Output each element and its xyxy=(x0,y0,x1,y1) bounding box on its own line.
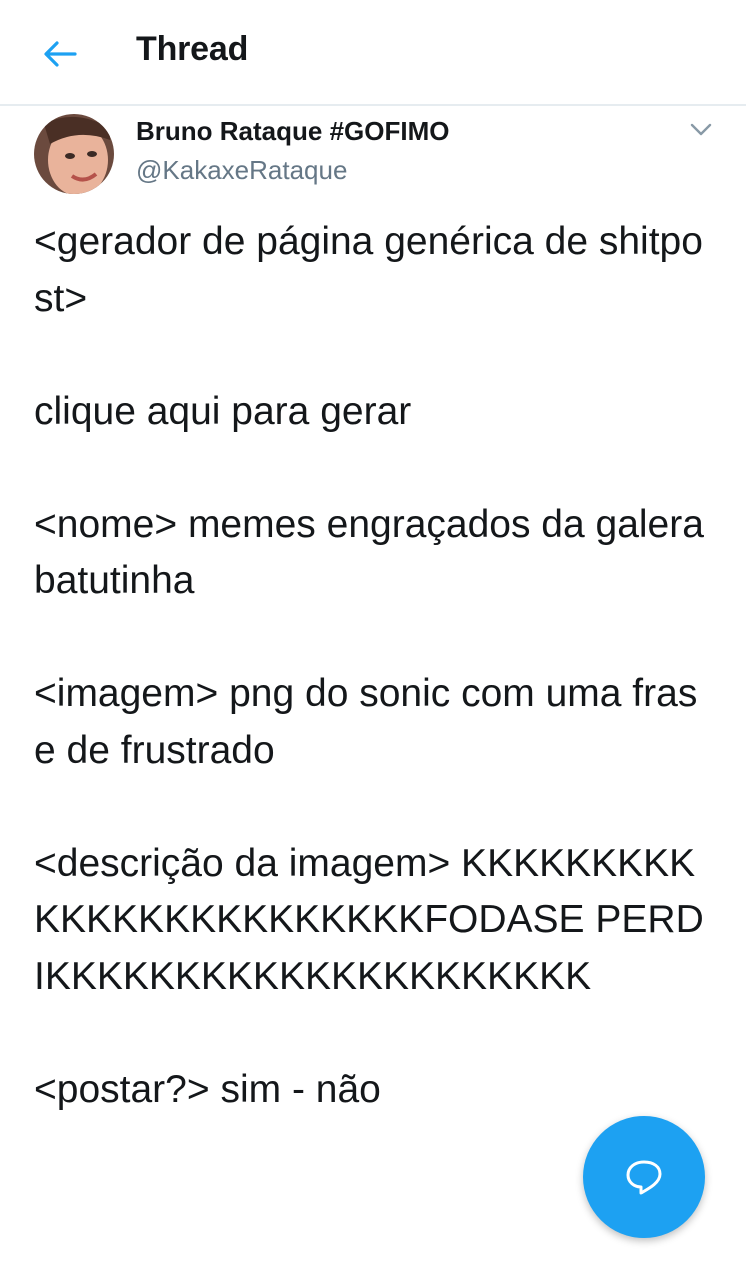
tweet-menu-button[interactable] xyxy=(684,118,718,142)
avatar-image xyxy=(34,114,114,194)
reply-fab-button[interactable] xyxy=(583,1116,705,1238)
app-header: Thread xyxy=(0,0,746,106)
author-handle[interactable]: @KakaxeRataque xyxy=(136,155,347,186)
page-title: Thread xyxy=(136,30,249,68)
speech-bubble-icon xyxy=(626,1160,662,1195)
arrow-left-icon xyxy=(44,41,77,67)
back-button[interactable] xyxy=(40,34,80,74)
avatar[interactable] xyxy=(34,114,114,194)
author-name[interactable]: Bruno Rataque #GOFIMO xyxy=(136,116,449,147)
tweet-text: <gerador de página genérica de shitpost>… xyxy=(34,220,704,1111)
chevron-down-icon xyxy=(690,123,712,136)
